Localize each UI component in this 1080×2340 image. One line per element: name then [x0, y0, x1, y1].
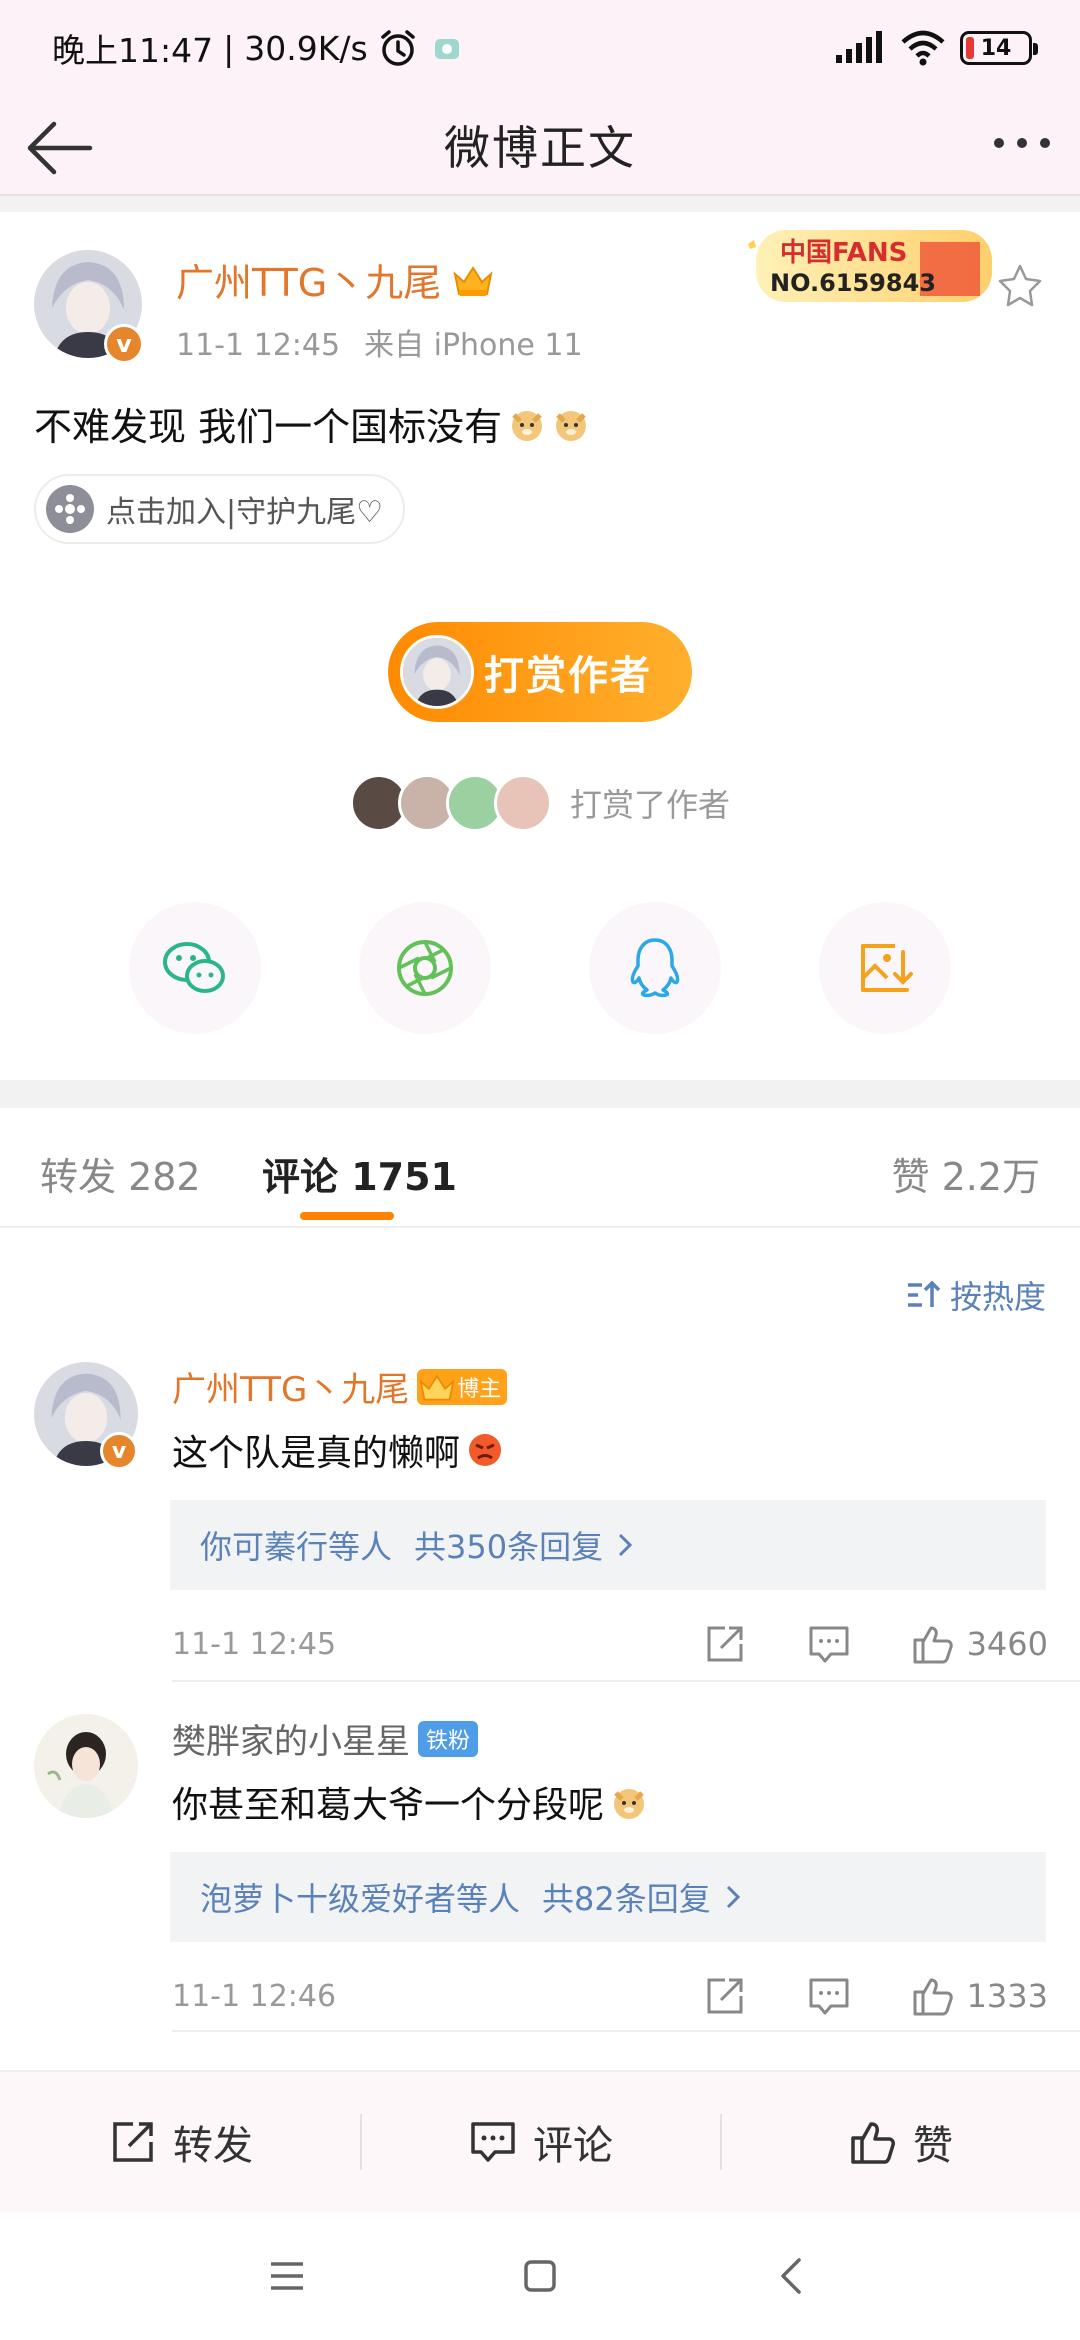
crown-icon: [419, 1374, 455, 1400]
repost-icon: [113, 2122, 153, 2162]
wifi-icon: [901, 30, 945, 66]
back-arrow-icon[interactable]: [24, 118, 96, 178]
crown-icon: [453, 265, 493, 296]
battery-indicator: 14: [960, 31, 1038, 65]
like-button[interactable]: 赞: [720, 2072, 1080, 2212]
commenter-avatar[interactable]: [34, 1714, 138, 1818]
more-options-icon[interactable]: [994, 138, 1050, 148]
iron-fan-badge: 铁粉: [418, 1720, 479, 1757]
share-wechat-button[interactable]: [129, 902, 261, 1034]
share-row: [0, 902, 1080, 1034]
status-net-speed: 30.9K/s: [244, 28, 368, 68]
comment-list: 按热度 v 广州TTG丶九尾 博主 这个队是真的懒啊 你可蓁行等人 共350条回…: [0, 1228, 1080, 2070]
tab-likes[interactable]: 赞 2.2万: [891, 1146, 1040, 1201]
bottom-action-bar: 转发 评论 赞: [0, 2070, 1080, 2212]
qq-icon: [630, 938, 680, 998]
fans-badge-number: 中国FANS NO.6159843: [770, 238, 936, 297]
status-bar: 晚上11:47 | 30.9K/s 14: [0, 0, 1080, 96]
tab-reposts[interactable]: 转发 282: [40, 1146, 201, 1201]
like-icon: [851, 2122, 895, 2164]
back-icon[interactable]: [771, 2254, 815, 2298]
supertopic-icon: [46, 485, 94, 533]
author-name[interactable]: 广州TTG丶九尾: [176, 252, 495, 307]
save-image-icon: [861, 944, 913, 992]
owner-badge: 博主: [417, 1368, 508, 1405]
supertopic-join-pill[interactable]: 点击加入|守护九尾♡: [34, 474, 406, 544]
commenter-name[interactable]: 广州TTG丶九尾 博主: [172, 1362, 508, 1411]
post-source: 来自 iPhone 11: [364, 328, 583, 363]
comment-divider: [172, 2030, 1080, 2032]
like-icon[interactable]: [909, 1620, 957, 1668]
sort-icon: [907, 1280, 941, 1307]
post-text: 不难发现 我们一个国标没有: [34, 396, 590, 451]
wechat-icon: [163, 942, 225, 993]
post-timestamp: 11-1 12:45: [176, 328, 341, 363]
reply-summary[interactable]: 泡萝卜十级爱好者等人 共82条回复: [170, 1852, 1046, 1942]
angry-emoji-icon: [469, 1434, 502, 1466]
share-moments-button[interactable]: [359, 902, 491, 1034]
post-tabs: 转发 282 评论 1751 赞 2.2万: [0, 1108, 1080, 1228]
chevron-right-icon: [726, 1885, 740, 1909]
comment-button[interactable]: 评论: [360, 2072, 720, 2212]
comment-footer: 11-1 12:45 3460: [172, 1620, 1048, 1668]
tab-comments[interactable]: 评论 1751: [262, 1146, 457, 1201]
tab-active-indicator: [300, 1212, 394, 1220]
sort-by-hot-button[interactable]: 按热度: [906, 1272, 1046, 1318]
verified-badge: v: [104, 324, 144, 364]
doge-emoji-icon: [512, 410, 543, 441]
verified-badge: v: [100, 1432, 138, 1470]
notification-app-icon: [434, 39, 459, 59]
tipper-avatar: [494, 774, 552, 832]
reply-summary[interactable]: 你可蓁行等人 共350条回复: [170, 1500, 1046, 1590]
comment-text: 这个队是真的懒啊: [172, 1424, 504, 1476]
comment-item: v 广州TTG丶九尾 博主 这个队是真的懒啊 你可蓁行等人 共350条回复 11…: [0, 1362, 1080, 1712]
tippers-row[interactable]: 打赏了作者: [350, 774, 730, 832]
post-card: v 广州TTG丶九尾 11-1 12:45 来自 iPhone 11 中国FANS…: [0, 212, 1080, 1080]
doge-emoji-icon: [614, 1789, 645, 1819]
comment-item: 樊胖家的小星星 铁粉 你甚至和葛大爷一个分段呢 泡萝卜十级爱好者等人 共82条回…: [0, 1714, 1080, 2064]
repost-button[interactable]: 转发: [0, 2072, 360, 2212]
status-time: 晚上11:47: [52, 31, 214, 70]
author-avatar-small: [400, 635, 474, 709]
save-image-button[interactable]: [819, 902, 951, 1034]
commenter-name[interactable]: 樊胖家的小星星 铁粉: [172, 1714, 479, 1763]
chevron-right-icon: [619, 1533, 633, 1557]
share-icon[interactable]: [701, 1972, 749, 2020]
nav-bar: 微博正文: [0, 96, 1080, 196]
menu-icon[interactable]: [265, 2254, 309, 2298]
comment-text: 你甚至和葛大爷一个分段呢: [172, 1776, 648, 1828]
comment-divider: [172, 1680, 1080, 1682]
favorite-star-icon[interactable]: [996, 262, 1044, 310]
alarm-icon: [380, 30, 415, 66]
like-icon[interactable]: [909, 1972, 957, 2020]
page-title: 微博正文: [444, 121, 636, 175]
moments-icon: [397, 940, 453, 996]
system-nav-bar: [0, 2212, 1080, 2340]
comment-footer: 11-1 12:46 1333: [172, 1972, 1048, 2020]
home-icon[interactable]: [518, 2254, 562, 2298]
comment-icon[interactable]: [805, 1972, 853, 2020]
comment-icon: [471, 2122, 515, 2162]
doge-emoji-icon: [556, 410, 587, 441]
signal-icon: [836, 31, 882, 63]
share-qq-button[interactable]: [589, 902, 721, 1034]
share-icon[interactable]: [701, 1620, 749, 1668]
comment-icon[interactable]: [805, 1620, 853, 1668]
tip-author-button[interactable]: 打赏作者: [388, 622, 692, 722]
post-meta: 11-1 12:45 来自 iPhone 11: [176, 320, 583, 364]
